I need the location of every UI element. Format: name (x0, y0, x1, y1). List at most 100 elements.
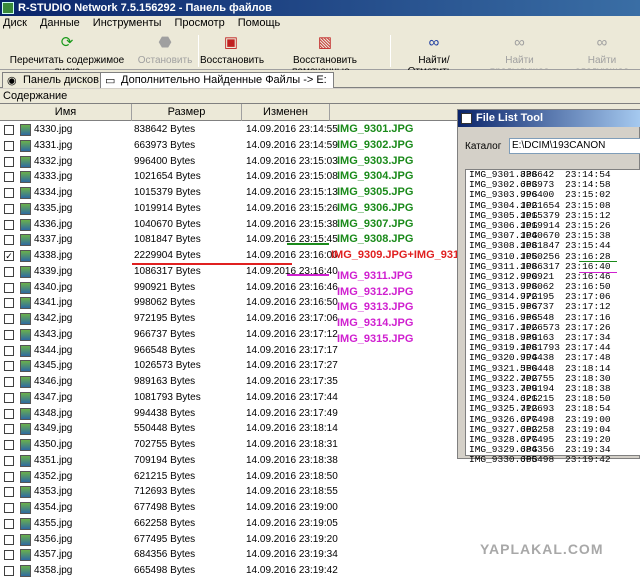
window-title: R-STUDIO Network 7.5.156292 - Панель фай… (18, 2, 272, 14)
annotation-label: IMG_9302.JPG (337, 138, 414, 151)
file-size: 2229904 Bytes (134, 250, 201, 261)
row-checkbox[interactable] (4, 361, 14, 372)
image-file-icon (20, 328, 31, 341)
flt-size: 1081847 (520, 240, 560, 252)
row-checkbox[interactable] (4, 235, 14, 246)
file-list-tool-titlebar: File List Tool (458, 110, 640, 127)
row-checkbox[interactable] (4, 345, 14, 356)
menu-tools[interactable]: Инструменты (93, 17, 162, 29)
row-checkbox[interactable] (4, 140, 14, 151)
column-header-size[interactable]: Размер (132, 104, 242, 121)
file-modified: 14.09.2016 23:14:59 (246, 139, 338, 151)
file-size: 709194 Bytes (134, 454, 196, 466)
recover-button[interactable]: ▣ Восстановить (200, 33, 264, 68)
row-checkbox[interactable] (4, 487, 14, 498)
file-modified: 14.09.2016 23:19:42 (246, 565, 338, 576)
row-checkbox[interactable] (4, 219, 14, 230)
row-checkbox[interactable] (4, 440, 14, 450)
image-file-icon (20, 376, 31, 388)
table-row[interactable]: 4352.jpg 621215 Bytes 14.09.2016 23:18:50 (0, 469, 640, 485)
file-modified: 14.09.2016 23:18:38 (246, 454, 338, 466)
list-item[interactable]: IMG_9325.JPG 712693 23:18:54 (466, 404, 640, 414)
row-checkbox[interactable] (4, 156, 14, 167)
file-modified: 14.09.2016 23:16:46 (246, 281, 338, 293)
recover-marked-button[interactable]: ▧ Восстановить помеченные... (264, 33, 386, 77)
file-size: 838642 Bytes (134, 124, 196, 135)
row-checkbox[interactable] (4, 550, 14, 561)
image-file-icon (20, 281, 31, 294)
file-list-tool-list[interactable]: IMG_9301.JPG 838642 23:14:54 IMG_9302.JPG 66… (465, 169, 640, 465)
file-modified: 14.09.2016 23:18:31 (246, 439, 338, 450)
find-next-button[interactable]: ∞ Найти следующее (564, 33, 640, 77)
rescan-disk-button[interactable]: ⟳ Перечитать содержимое диска (2, 33, 132, 77)
row-checkbox[interactable] (4, 314, 14, 324)
file-name: 4352.jpg (34, 470, 73, 482)
file-size: 998062 Bytes (134, 297, 196, 309)
image-file-icon (20, 502, 31, 514)
catalog-field[interactable]: E:\DCIM\193CANON (509, 138, 640, 154)
row-checkbox[interactable] (4, 534, 14, 545)
file-name: 4342.jpg (34, 313, 73, 324)
menu-view[interactable]: Просмотр (174, 17, 224, 29)
image-file-icon (20, 407, 31, 420)
table-row[interactable]: 4358.jpg 665498 Bytes 14.09.2016 23:19:42 (0, 563, 640, 579)
flt-time: 23:19:42 (565, 454, 611, 466)
tab-extra-found-files[interactable]: ▭ Дополнительно Найденные Файлы -> E: (100, 72, 334, 88)
file-name: 4358.jpg (34, 565, 73, 576)
column-header-modified[interactable]: Изменен (242, 104, 330, 121)
row-checkbox[interactable] (4, 298, 14, 309)
row-checkbox[interactable] (4, 188, 14, 198)
annotation-label: IMG_9315.JPG (337, 332, 414, 345)
find-mark-button[interactable]: ∞ Найти/Отметить... (393, 33, 475, 77)
file-modified: 14.09.2016 23:19:34 (246, 549, 338, 561)
file-size: 550448 Bytes (134, 423, 196, 435)
menu-data[interactable]: Данные (40, 17, 80, 29)
file-name: 4353.jpg (34, 486, 73, 498)
catalog-label: Каталог (465, 141, 502, 152)
file-modified: 14.09.2016 23:18:50 (246, 470, 338, 482)
file-size: 989163 Bytes (134, 376, 196, 387)
row-checkbox[interactable] (4, 392, 14, 403)
flt-size: 712693 (520, 403, 555, 415)
table-row[interactable]: 4354.jpg 677498 Bytes 14.09.2016 23:19:00 (0, 500, 640, 516)
stop-button[interactable]: ⬣ Остановить (135, 33, 195, 68)
file-modified: 14.09.2016 23:14:55 (246, 124, 338, 135)
row-checkbox[interactable] (4, 329, 14, 340)
column-header-name[interactable]: Имя (0, 104, 132, 121)
file-list-tool-window: File List Tool Каталог E:\DCIM\193CANON … (457, 109, 640, 465)
image-file-icon (20, 391, 31, 404)
annotation-label: IMG_9314.JPG (337, 317, 414, 329)
row-checkbox[interactable] (4, 424, 14, 435)
annotation-label: IMG_9303.JPG (337, 154, 414, 167)
find-previous-button[interactable]: ∞ Найти предыдущее (477, 33, 562, 77)
file-name: 4351.jpg (34, 454, 73, 466)
row-checkbox[interactable] (4, 203, 14, 214)
row-checkbox[interactable] (4, 471, 14, 482)
stop-icon: ⬣ (158, 34, 172, 51)
row-checkbox[interactable] (4, 566, 14, 576)
row-checkbox[interactable] (4, 455, 14, 466)
menu-help[interactable]: Помощь (238, 17, 281, 29)
file-modified: 14.09.2016 23:15:26 (246, 202, 338, 214)
image-file-icon (20, 234, 31, 247)
menu-disk[interactable]: Диск (3, 17, 27, 29)
list-item[interactable]: IMG_9308.JPG 1081847 23:15:44 (466, 241, 640, 251)
row-checkbox[interactable] (4, 408, 14, 419)
row-checkbox[interactable] (4, 377, 14, 387)
row-checkbox[interactable] (4, 125, 14, 135)
tab-disk-panel[interactable]: ◉ Панель дисков (2, 72, 107, 88)
magenta-underline (287, 274, 329, 276)
file-name: 4330.jpg (34, 124, 73, 135)
file-size: 665498 Bytes (134, 565, 196, 576)
file-modified: 14.09.2016 23:18:55 (246, 486, 338, 498)
row-checkbox[interactable] (4, 172, 14, 183)
image-file-icon (20, 313, 31, 325)
row-checkbox[interactable]: ✓ (4, 251, 14, 261)
table-row[interactable]: 4353.jpg 712693 Bytes 14.09.2016 23:18:55 (0, 484, 640, 500)
row-checkbox[interactable] (4, 518, 14, 529)
row-checkbox[interactable] (4, 282, 14, 293)
row-checkbox[interactable] (4, 266, 14, 277)
list-item[interactable]: IMG_9330.JPG 665498 23:19:42 (466, 455, 640, 465)
table-row[interactable]: 4355.jpg 662258 Bytes 14.09.2016 23:19:05 (0, 516, 640, 532)
row-checkbox[interactable] (4, 503, 14, 513)
